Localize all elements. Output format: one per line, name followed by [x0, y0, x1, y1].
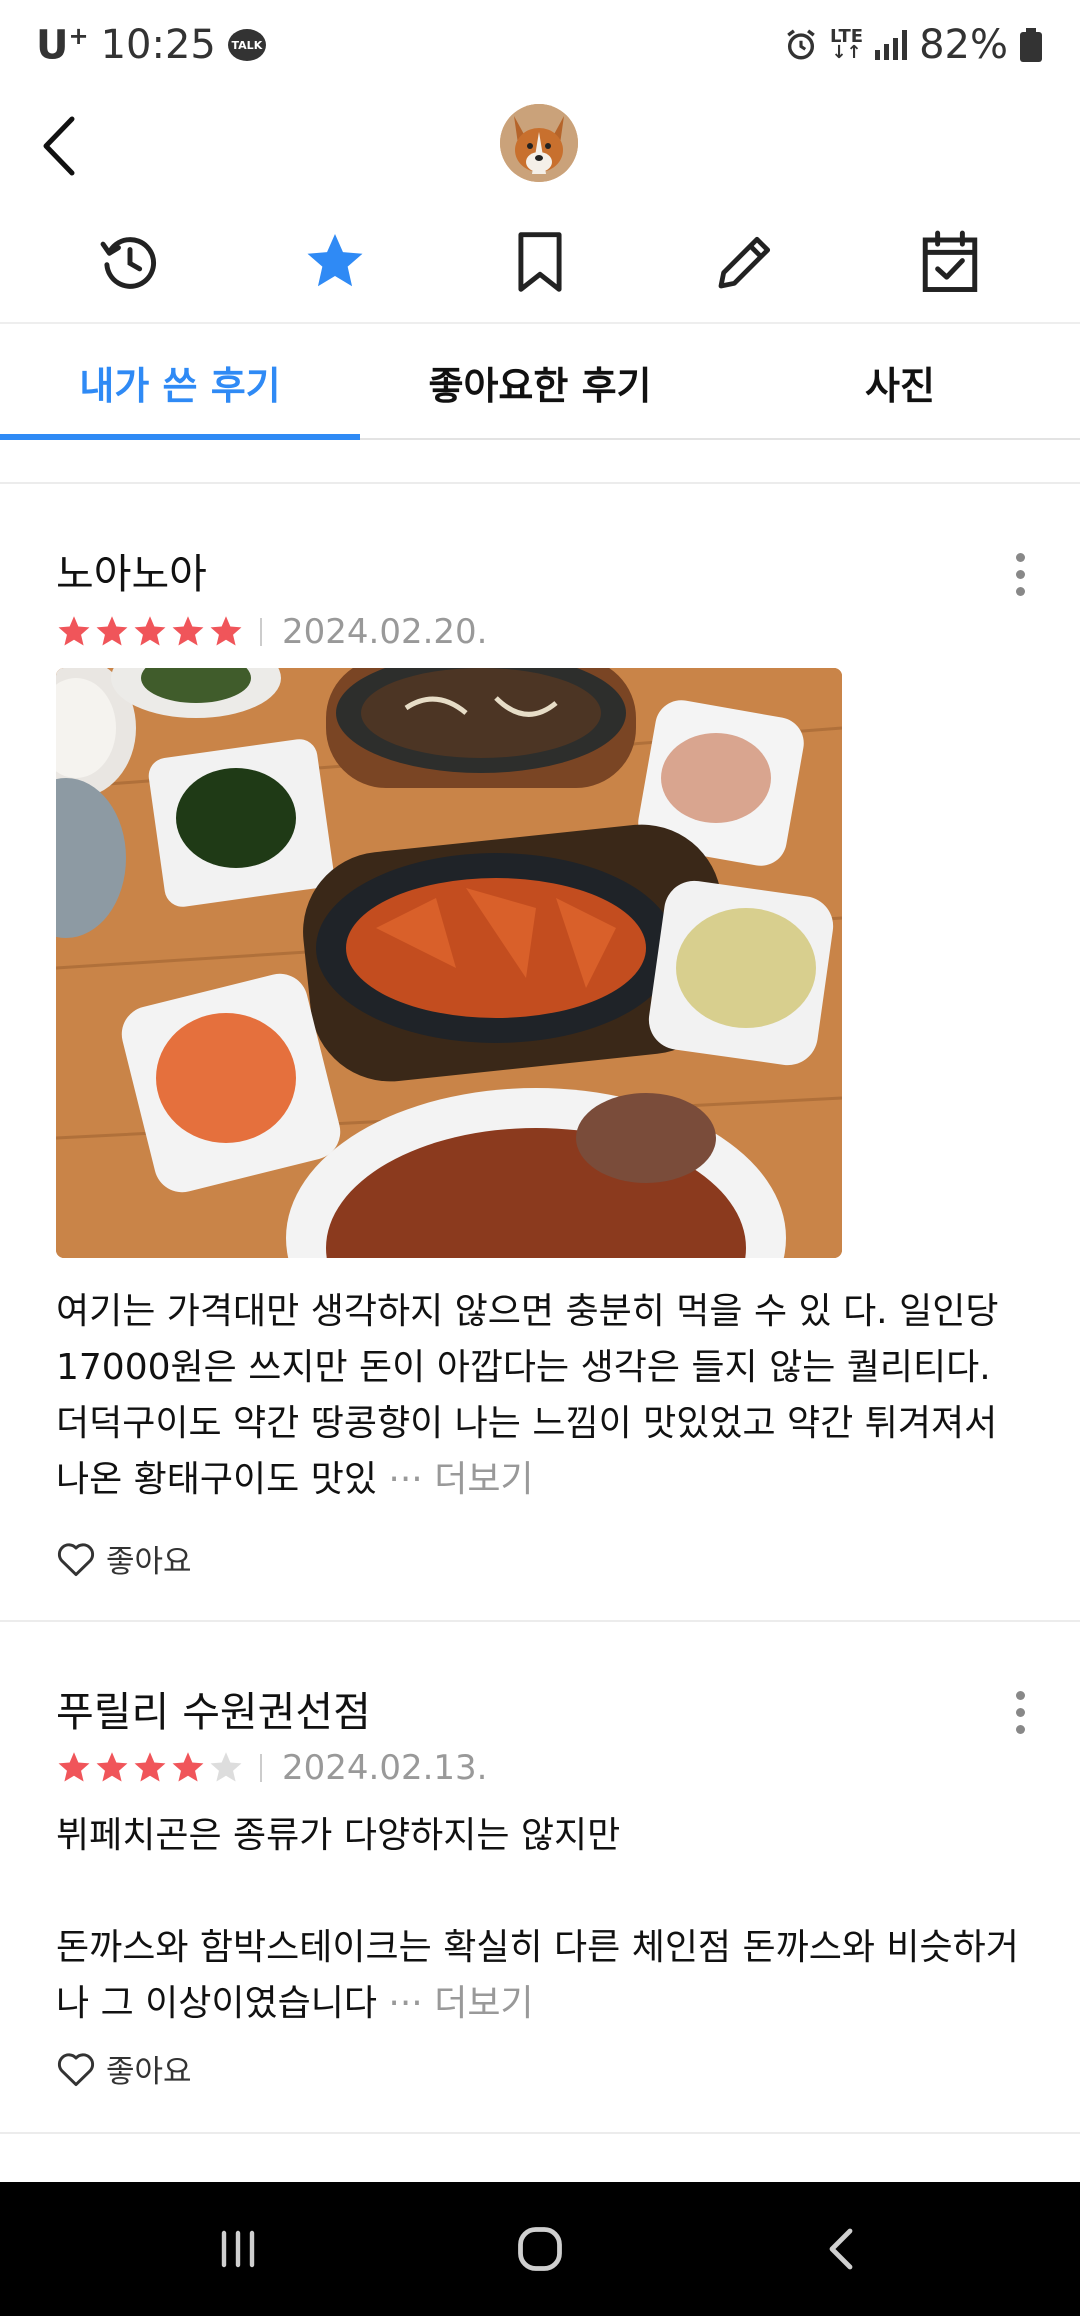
back-button[interactable]: [40, 106, 100, 186]
profile-avatar[interactable]: [500, 104, 578, 182]
read-more-link[interactable]: ··· 더보기: [388, 1983, 533, 2024]
battery-icon: [1020, 28, 1042, 62]
review-card: 푸릴리 수원권선점 2024.02.13. 뷔페치곤은 종류가 다양하지는 않지…: [0, 1622, 1080, 2132]
favorite-button[interactable]: [295, 222, 375, 302]
korean-meal-photo: [56, 668, 842, 1258]
tab-my-reviews[interactable]: 내가 쓴 후기: [0, 324, 360, 440]
like-button[interactable]: 좋아요: [56, 2046, 192, 2091]
recent-apps-button[interactable]: [168, 2182, 308, 2316]
rating-separator: [260, 618, 262, 646]
system-navigation-bar: [0, 2182, 1080, 2316]
icon-menu-row: [0, 210, 1080, 310]
tab-photos[interactable]: 사진: [720, 324, 1080, 440]
like-button[interactable]: 좋아요: [56, 1536, 192, 1581]
heart-icon: [57, 1542, 95, 1576]
top-header: [0, 92, 1080, 202]
alarm-icon: [787, 29, 815, 60]
review-card: 노아노아 2024.02.20. 여기는 가격대만 생각하지 않으면 충분히 먹…: [0, 484, 1080, 1620]
back-arrow-icon: [43, 116, 75, 176]
more-vertical-icon: [1015, 1690, 1025, 1700]
review-text[interactable]: 뷔페치곤은 종류가 다양하지는 않지만 돈까스와 함박스테이크는 확실히 다른 …: [56, 1808, 1026, 2032]
review-divider: [0, 2132, 1080, 2134]
status-time: 10:25: [100, 22, 216, 69]
review-date: 2024.02.13.: [282, 1748, 488, 1788]
rating-line: 2024.02.13.: [56, 1746, 487, 1790]
place-name[interactable]: 푸릴리 수원권선점: [56, 1678, 371, 1738]
like-label: 좋아요: [106, 2054, 192, 2090]
rating-line: 2024.02.20.: [56, 610, 487, 654]
star-filled-icon: [172, 1752, 204, 1782]
pencil-icon: [718, 236, 771, 289]
kakaotalk-icon: TALK: [227, 29, 266, 62]
more-options-button[interactable]: [1000, 1682, 1040, 1742]
star-filled-icon: [58, 616, 90, 646]
recent-apps-icon: [221, 2230, 255, 2268]
read-more-link[interactable]: ··· 더보기: [388, 1459, 533, 1500]
star-rating: [56, 614, 244, 650]
review-date: 2024.02.20.: [282, 612, 488, 652]
status-bar: U+ 10:25 TALK LTE ↓↑ 82%: [0, 0, 1080, 92]
back-icon: [829, 2228, 853, 2270]
star-filled-icon: [134, 1752, 166, 1782]
star-filled-icon: [96, 616, 128, 646]
more-options-button[interactable]: [1000, 544, 1040, 604]
star-filled-icon: [58, 1752, 90, 1782]
more-vertical-icon: [1015, 552, 1025, 562]
star-filled-icon: [210, 616, 242, 646]
star-filled-icon: [96, 1752, 128, 1782]
status-left: U+ 10:25 TALK: [36, 22, 266, 68]
star-filled-icon: [172, 616, 204, 646]
place-name[interactable]: 노아노아: [56, 540, 207, 600]
heart-icon: [57, 2052, 95, 2086]
tab-liked-reviews[interactable]: 좋아요한 후기: [360, 324, 720, 440]
review-tabs: 내가 쓴 후기 좋아요한 후기 사진: [0, 322, 1080, 440]
bookmark-button[interactable]: [500, 222, 580, 302]
home-button[interactable]: [470, 2182, 610, 2316]
carrier-label: U+: [36, 22, 89, 69]
write-review-button[interactable]: [705, 222, 785, 302]
home-icon: [518, 2227, 562, 2271]
calendar-check-icon: [922, 230, 978, 292]
star-rating: [56, 1750, 244, 1786]
like-label: 좋아요: [106, 1544, 192, 1580]
signal-icon: [875, 30, 908, 60]
bookmark-icon: [518, 232, 562, 292]
rating-separator: [260, 1754, 262, 1782]
corgi-avatar-image: [500, 104, 578, 182]
review-text[interactable]: 여기는 가격대만 생각하지 않으면 충분히 먹을 수 있 다. 일인당 1700…: [56, 1284, 1026, 1508]
review-photo[interactable]: [56, 668, 842, 1258]
star-filled-icon: [134, 616, 166, 646]
star-icon: [307, 233, 363, 287]
history-button[interactable]: [90, 222, 170, 302]
history-icon: [100, 237, 157, 289]
network-type: LTE ↓↑: [830, 26, 864, 63]
visit-calendar-button[interactable]: [910, 222, 990, 302]
battery-percent: 82%: [919, 22, 1008, 68]
star-empty-icon: [210, 1752, 242, 1782]
active-tab-indicator: [0, 434, 360, 440]
system-back-button[interactable]: [772, 2182, 912, 2316]
status-right: LTE ↓↑ 82%: [784, 22, 1042, 68]
